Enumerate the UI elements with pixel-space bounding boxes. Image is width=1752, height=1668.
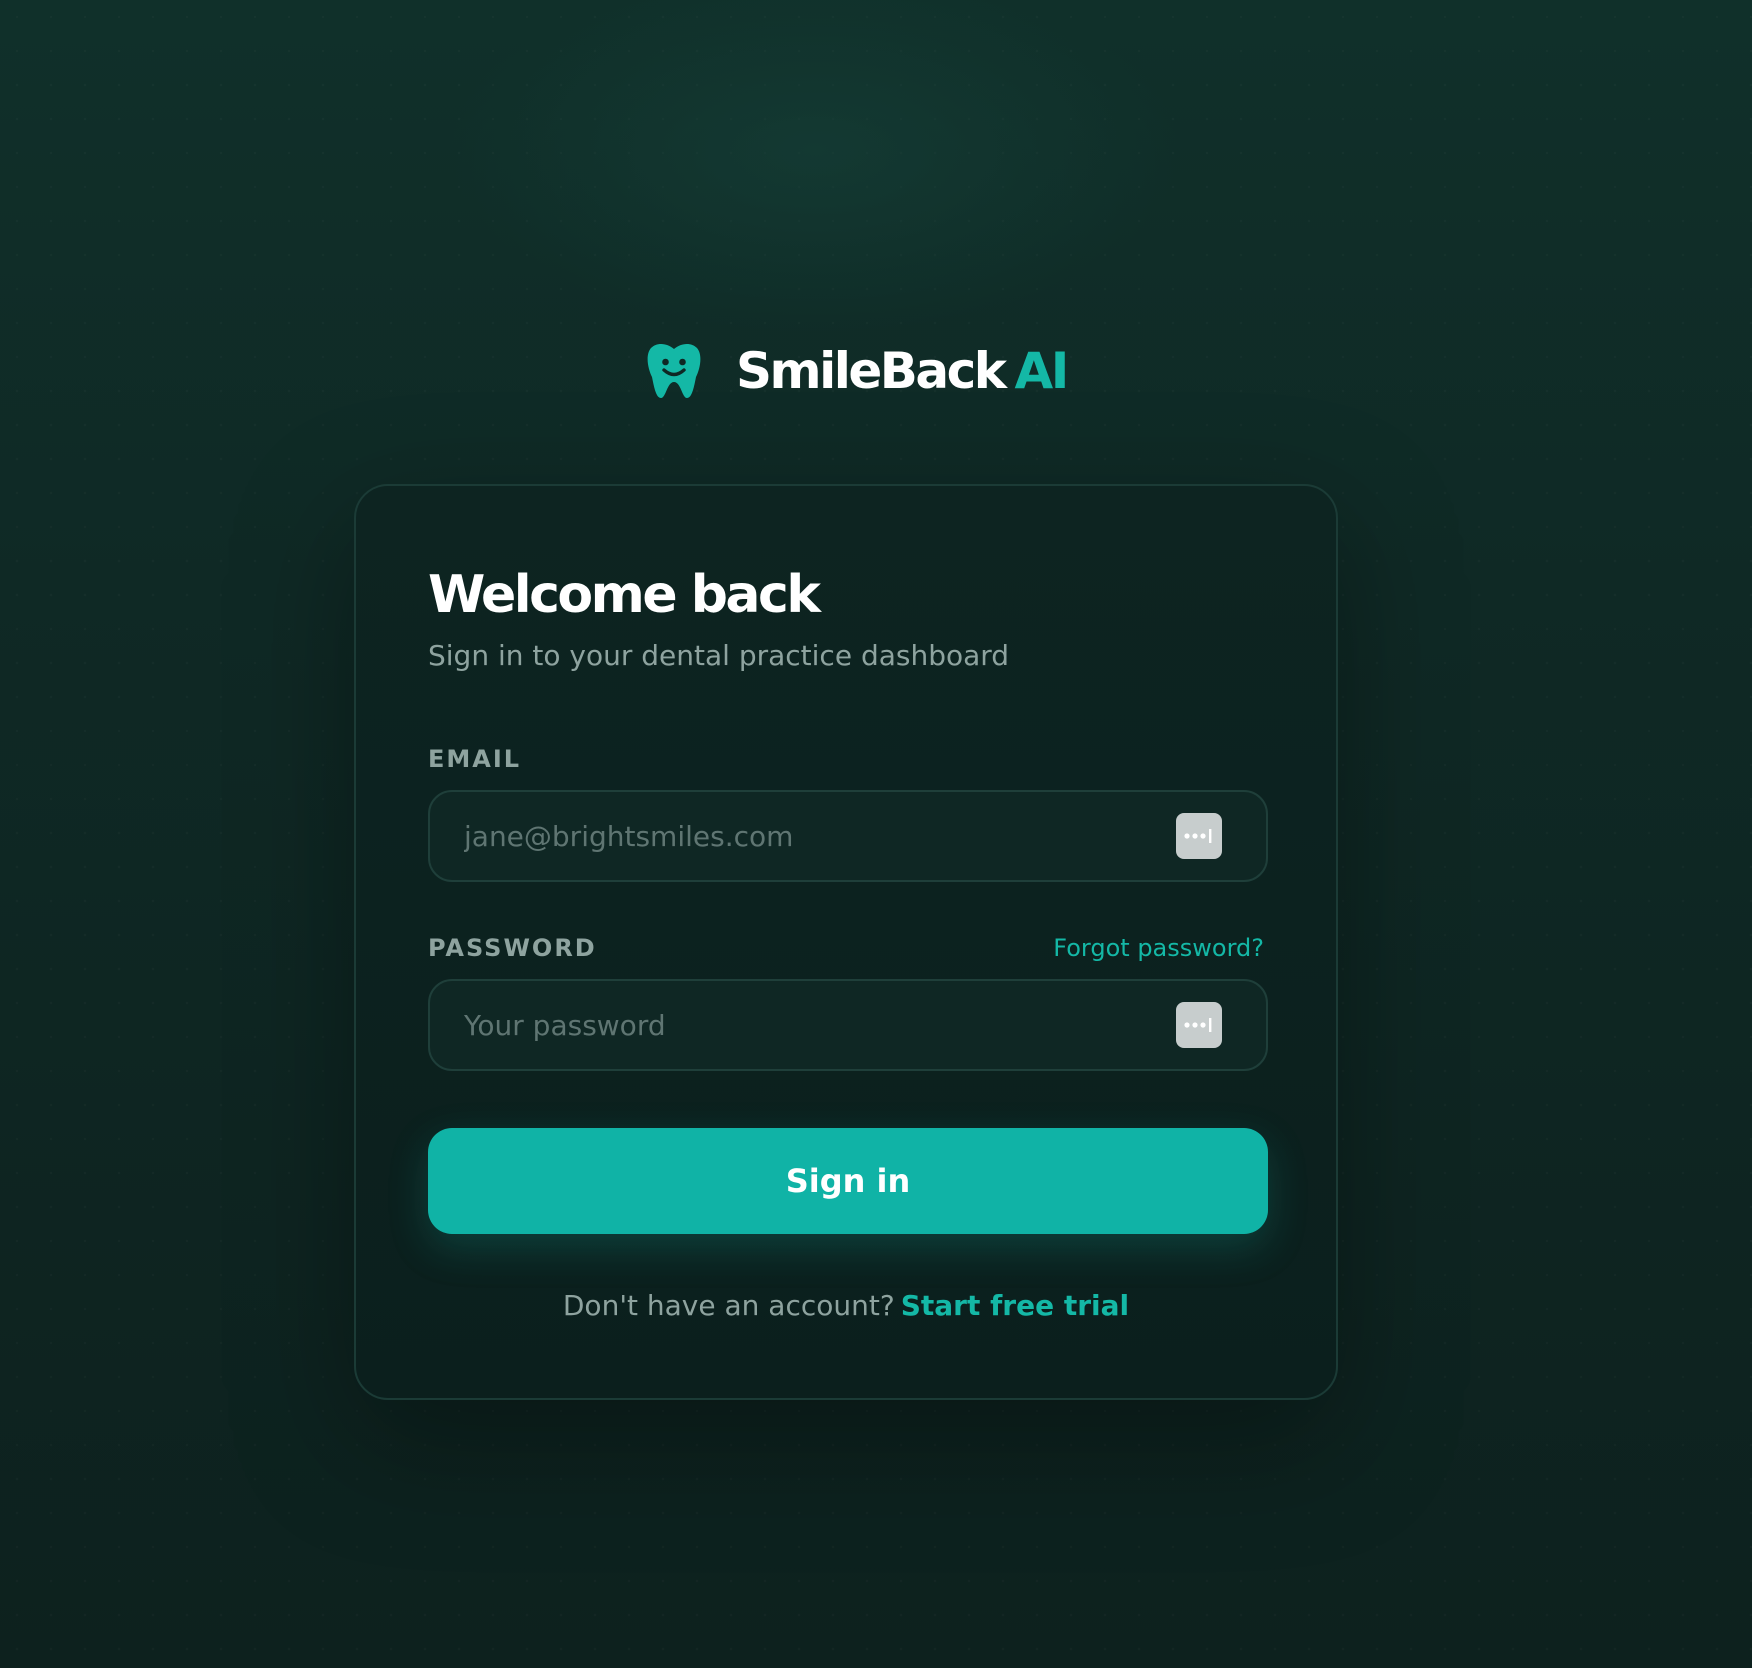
brand-name: SmileBack AI — [736, 340, 1070, 402]
email-label: EMAIL — [428, 745, 522, 773]
tooth-smile-icon — [647, 343, 701, 398]
page-title: Welcome back — [428, 565, 821, 625]
login-card: Welcome back Sign in to your dental prac… — [354, 484, 1338, 1400]
forgot-password-link[interactable]: Forgot password? — [1053, 931, 1264, 965]
signup-prompt: Don't have an account? Start free trial — [356, 1286, 1336, 1326]
page-subtitle: Sign in to your dental practice dashboar… — [428, 639, 1010, 672]
password-manager-autofill-icon[interactable] — [1176, 1002, 1222, 1048]
brand-logo: SmileBack AI — [646, 340, 1070, 402]
email-field[interactable] — [464, 792, 1144, 880]
password-label: PASSWORD — [428, 934, 597, 962]
password-field[interactable] — [464, 981, 1144, 1069]
dots-cursor-glyph — [1184, 1018, 1212, 1032]
email-field-container — [428, 790, 1268, 882]
password-field-container — [428, 979, 1268, 1071]
password-manager-autofill-icon[interactable] — [1176, 813, 1222, 859]
signup-prompt-text: Don't have an account? — [562, 1289, 895, 1322]
dots-cursor-glyph — [1184, 829, 1212, 843]
brand-name-accent: AI — [1014, 342, 1070, 400]
start-free-trial-link[interactable]: Start free trial — [901, 1289, 1129, 1322]
sign-in-button[interactable]: Sign in — [428, 1128, 1268, 1234]
brand-name-text: SmileBack — [736, 342, 1007, 400]
